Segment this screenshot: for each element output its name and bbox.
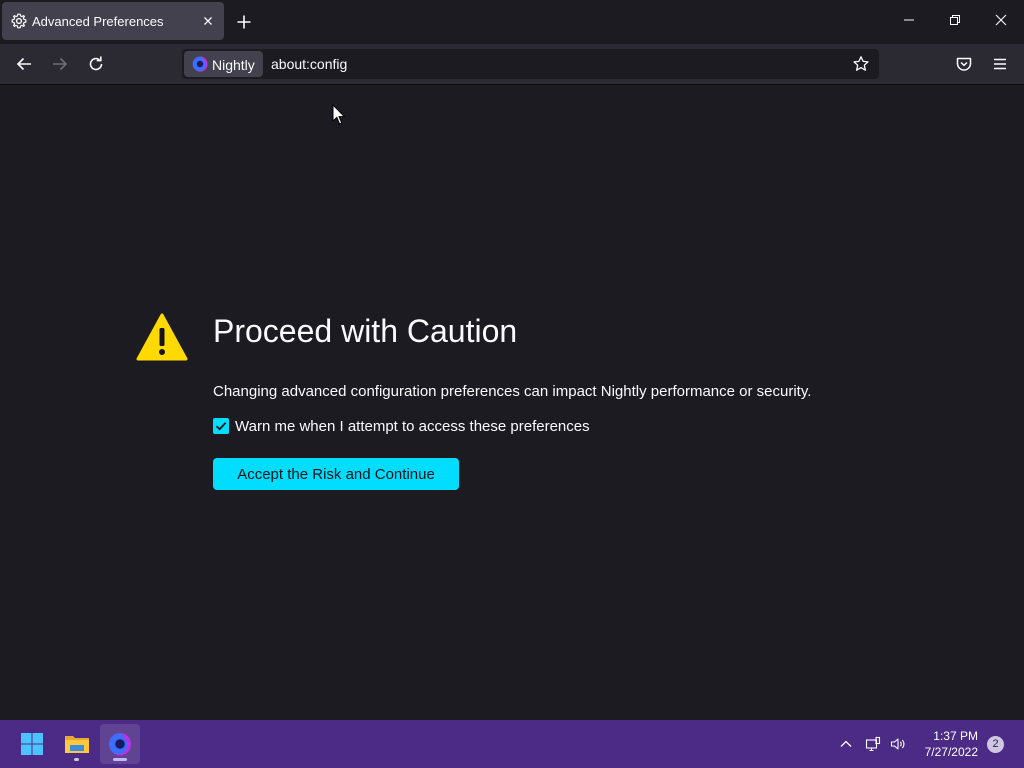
accept-risk-button[interactable]: Accept the Risk and Continue (213, 458, 459, 490)
network-icon[interactable] (865, 736, 881, 752)
mouse-cursor-icon (332, 103, 346, 126)
bookmark-star-icon[interactable] (852, 55, 870, 73)
tab-title: Advanced Preferences (32, 14, 164, 29)
active-indicator (113, 758, 127, 761)
close-tab-icon[interactable] (200, 13, 216, 29)
chevron-up-icon[interactable] (838, 736, 854, 752)
nightly-taskbar-button[interactable] (100, 724, 140, 764)
warning-description: Changing advanced configuration preferen… (213, 383, 812, 400)
firefox-nightly-icon (109, 733, 132, 756)
warn-checkbox[interactable] (213, 418, 229, 434)
volume-icon[interactable] (890, 736, 906, 752)
forward-icon[interactable] (50, 54, 70, 74)
warning-icon (136, 312, 188, 362)
url-text[interactable]: about:config (271, 56, 347, 72)
clock-date: 7/27/2022 (924, 745, 978, 759)
nightly-logo-icon (192, 56, 208, 72)
page-title: Proceed with Caution (213, 313, 518, 349)
notification-badge[interactable]: 2 (987, 736, 1004, 753)
pocket-icon[interactable] (954, 54, 974, 74)
warn-checkbox-label[interactable]: Warn me when I attempt to access these p… (235, 418, 590, 435)
start-button[interactable] (12, 724, 52, 764)
reload-icon[interactable] (86, 54, 106, 74)
file-explorer-button[interactable] (56, 724, 96, 764)
navigation-toolbar: Nightly about:config (0, 44, 1024, 85)
new-tab-icon[interactable] (234, 12, 254, 32)
file-explorer-icon (65, 736, 89, 753)
restore-icon[interactable] (947, 12, 963, 28)
running-indicator (74, 758, 79, 761)
gear-icon (11, 13, 27, 29)
identity-box[interactable]: Nightly (184, 51, 263, 77)
menu-icon[interactable] (990, 54, 1010, 74)
back-icon[interactable] (14, 54, 34, 74)
tab-advanced-preferences[interactable]: Advanced Preferences (2, 2, 224, 40)
clock-time: 1:37 PM (933, 729, 978, 743)
minimize-icon[interactable] (901, 12, 917, 28)
taskbar: 1:37 PM 7/27/2022 (0, 720, 1024, 768)
close-window-icon[interactable] (993, 12, 1009, 28)
start-icon (21, 733, 43, 755)
taskbar-clock[interactable]: 1:37 PM 7/27/2022 (906, 728, 978, 760)
browser-window: Advanced Preferences Nightly about:confi… (0, 0, 1024, 720)
tab-strip: Advanced Preferences (0, 0, 1024, 44)
page-content: Proceed with Caution Changing advanced c… (0, 85, 1024, 720)
url-bar[interactable]: Nightly about:config (182, 49, 879, 79)
identity-label: Nightly (212, 57, 255, 73)
